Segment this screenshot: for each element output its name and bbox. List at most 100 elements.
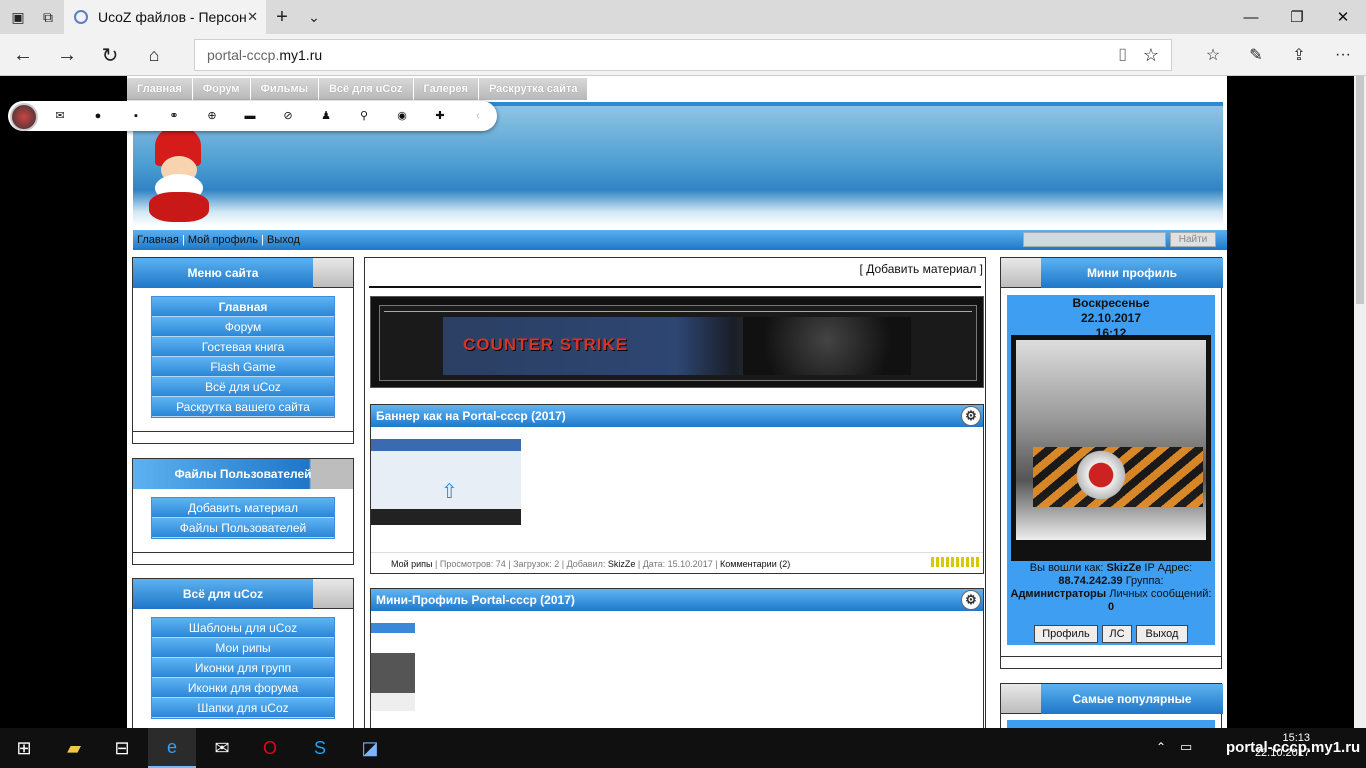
menu-item-headers[interactable]: Шапки для uCoz: [152, 698, 334, 718]
menu-item-guestbook[interactable]: Гостевая книга: [152, 337, 334, 357]
folder-icon[interactable]: ▬: [243, 109, 257, 123]
browser-nav-bar: ← → ↻ ⌂ portal-cccp.my1.ru ▯ ☆ ☆ ✎ ⇪ ···: [0, 34, 1366, 76]
menu-item-flash-game[interactable]: Flash Game: [152, 357, 334, 377]
favorite-star-icon[interactable]: ☆: [1143, 40, 1159, 70]
browser-tab-bar: ▣ ⧉ UcoZ файлов - Персон ✕ + ⌄ — ❐ ✕: [0, 0, 1366, 34]
pm-button[interactable]: ЛС: [1102, 625, 1132, 643]
all-ucoz-title: Всё для uCoz: [133, 579, 313, 609]
menu-item-add-material[interactable]: Добавить материал: [152, 498, 334, 518]
counter-strike-image: COUNTER STRIKE: [443, 317, 911, 375]
back-icon[interactable]: ←: [10, 43, 36, 67]
user-files-list: Добавить материал Файлы Пользователей: [151, 497, 335, 539]
app-icon[interactable]: ◪: [346, 728, 394, 768]
menu-item-forum-icons[interactable]: Иконки для форума: [152, 678, 334, 698]
entry-title[interactable]: Мини-Профиль Portal-cccp (2017): [376, 593, 575, 607]
page-scrollbar[interactable]: [1354, 76, 1366, 728]
top-menu-films[interactable]: Фильмы: [250, 78, 319, 100]
profile-info: Вы вошли как: SkizZe IP Адрес: 88.74.242…: [1010, 562, 1212, 613]
entry-thumbnail[interactable]: ⇧: [371, 439, 521, 525]
home-icon[interactable]: ⌂: [141, 43, 167, 67]
block-icon[interactable]: ⊘: [281, 109, 295, 123]
skype-icon[interactable]: S: [296, 728, 344, 768]
gear-icon[interactable]: ⚙: [961, 406, 981, 426]
top-menu-forum[interactable]: Форум: [192, 78, 251, 100]
tab-preview-icon[interactable]: ⧉: [38, 7, 58, 27]
mail-app-icon[interactable]: ✉: [198, 728, 246, 768]
eye-icon[interactable]: ◉: [395, 109, 409, 123]
logout-button[interactable]: Выход: [1136, 625, 1188, 643]
minimize-icon[interactable]: —: [1228, 0, 1274, 34]
profile-button[interactable]: Профиль: [1034, 625, 1098, 643]
menu-item-my-rips[interactable]: Мои рипы: [152, 638, 334, 658]
mini-profile-block: Мини профиль Воскресенье 22.10.2017 16:1…: [1000, 257, 1223, 669]
tray-chevron-icon[interactable]: ⌃: [1156, 740, 1166, 754]
site-search-button[interactable]: Найти: [1170, 232, 1216, 247]
system-clock[interactable]: 15:13 22.10.2017: [1255, 731, 1310, 761]
subnav-logout-link[interactable]: Выход: [267, 234, 300, 246]
search-icon[interactable]: ⚲: [357, 109, 371, 123]
entry-banner: Баннер как на Portal-cccp (2017) ⚙ ⇧ Мой…: [370, 404, 984, 574]
menu-item-group-icons[interactable]: Иконки для групп: [152, 658, 334, 678]
web-note-icon[interactable]: ✎: [1243, 43, 1269, 67]
chevron-left-icon[interactable]: ‹: [471, 109, 485, 123]
tab-actions-icon[interactable]: ▣: [8, 7, 28, 27]
entry-thumbnail[interactable]: [371, 623, 415, 711]
mini-profile-title: Мини профиль: [1041, 258, 1223, 288]
chevron-down-icon[interactable]: ⌄: [304, 7, 324, 27]
edge-icon[interactable]: e: [148, 728, 196, 768]
user-avatar[interactable]: [10, 103, 38, 131]
all-ucoz-block: Всё для uCoz Шаблоны для uCoz Мои рипы И…: [132, 578, 354, 728]
windows-taskbar: ⊞ ▰ ⊟ e ✉ O S ◪ ⌃ ▭ portal-cccp.my1.ru 1…: [0, 728, 1366, 768]
close-window-icon[interactable]: ✕: [1320, 0, 1366, 34]
mail-icon[interactable]: ✉: [53, 109, 67, 123]
tab-title: UcoZ файлов - Персон: [98, 9, 247, 25]
ucoz-control-panel: ✉ ● ▪ ⚭ ⊕ ▬ ⊘ ♟ ⚲ ◉ ✚ ‹: [8, 101, 497, 131]
menu-item-promotion[interactable]: Раскрутка вашего сайта: [152, 397, 334, 417]
subnav-profile-link[interactable]: Мой профиль: [188, 234, 258, 246]
menu-item-templates[interactable]: Шаблоны для uCoz: [152, 618, 334, 638]
top-menu-home[interactable]: Главная: [127, 78, 193, 100]
share-icon[interactable]: ⇪: [1286, 43, 1312, 67]
profile-date: 22.10.2017: [1080, 311, 1142, 325]
santa-image: [143, 126, 213, 226]
opera-icon[interactable]: O: [246, 728, 294, 768]
menu-item-user-files[interactable]: Файлы Пользователей: [152, 518, 334, 538]
site-menu-block: Меню сайта Главная Форум Гостевая книга …: [132, 257, 354, 444]
favorites-hub-icon[interactable]: ☆: [1200, 43, 1226, 67]
menu-item-all-ucoz[interactable]: Всё для uCoz: [152, 377, 334, 397]
entry-title[interactable]: Баннер как на Portal-cccp (2017): [376, 409, 566, 423]
network-icon[interactable]: ▭: [1180, 739, 1192, 755]
new-tab-icon[interactable]: +: [272, 6, 292, 28]
store-icon[interactable]: ⊟: [98, 728, 146, 768]
browser-tab[interactable]: UcoZ файлов - Персон ✕: [64, 0, 266, 34]
address-bar[interactable]: portal-cccp.my1.ru ▯ ☆: [194, 39, 1172, 71]
subnav-home-link[interactable]: Главная: [137, 234, 179, 246]
top-menu-gallery[interactable]: Галерея: [413, 78, 479, 100]
puzzle-icon[interactable]: ✚: [433, 109, 447, 123]
add-material-link[interactable]: [ Добавить материал ]: [860, 262, 983, 276]
reading-view-icon[interactable]: ▯: [1118, 40, 1127, 70]
close-tab-icon[interactable]: ✕: [247, 9, 258, 25]
forward-icon[interactable]: →: [54, 43, 80, 67]
save-icon[interactable]: ▪: [129, 109, 143, 123]
restore-icon[interactable]: ❐: [1274, 0, 1320, 34]
start-icon[interactable]: ⊞: [0, 728, 48, 768]
site-search-input[interactable]: [1023, 232, 1166, 247]
top-menu-promotion[interactable]: Раскрутка сайта: [478, 78, 589, 100]
menu-item-forum[interactable]: Форум: [152, 317, 334, 337]
mini-profile-panel: Воскресенье 22.10.2017 16:12 Вы вошли ка…: [1007, 295, 1215, 645]
menu-item-home[interactable]: Главная: [152, 297, 334, 317]
top-menu-ucoz[interactable]: Всё для uCoz: [318, 78, 414, 100]
counter-strike-banner[interactable]: COUNTER STRIKE: [370, 296, 984, 388]
profile-username[interactable]: SkizZe: [1106, 562, 1141, 574]
refresh-icon[interactable]: ↻: [97, 43, 123, 67]
bell-icon[interactable]: ♟: [319, 109, 333, 123]
site-menu-list: Главная Форум Гостевая книга Flash Game …: [151, 296, 335, 418]
more-icon[interactable]: ···: [1330, 43, 1356, 67]
file-explorer-icon[interactable]: ▰: [50, 728, 98, 768]
gear-icon[interactable]: ⚙: [961, 590, 981, 610]
add-icon[interactable]: ⊕: [205, 109, 219, 123]
profile-ip: 88.74.242.39: [1058, 575, 1123, 587]
info-icon[interactable]: ●: [91, 109, 105, 123]
users-icon[interactable]: ⚭: [167, 109, 181, 123]
